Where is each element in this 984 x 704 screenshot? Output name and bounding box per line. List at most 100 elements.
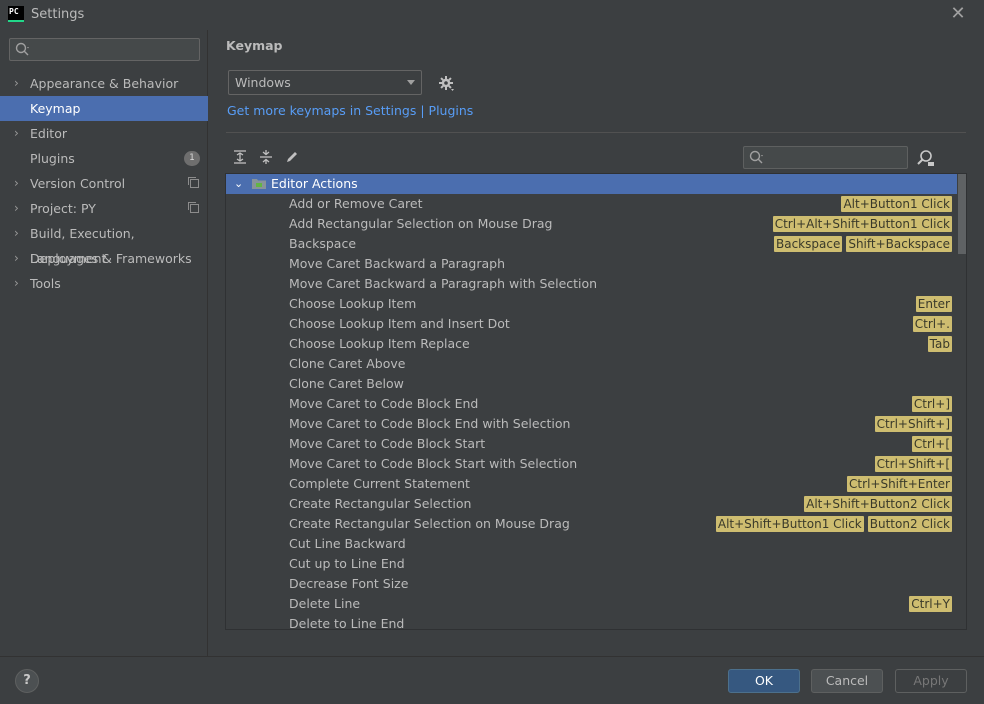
sidebar-item-label: Plugins <box>30 151 75 166</box>
tree-group-editor-actions[interactable]: ⌄ Editor Actions <box>226 174 957 194</box>
chevron-right-icon[interactable]: › <box>14 271 19 296</box>
tree-row[interactable]: Clone Caret Below <box>226 374 966 394</box>
ok-button[interactable]: OK <box>728 669 800 693</box>
tree-row[interactable]: Move Caret Backward a Paragraph with Sel… <box>226 274 966 294</box>
keymap-scheme-dropdown[interactable]: Windows <box>228 70 422 95</box>
sidebar-item-keymap[interactable]: Keymap <box>0 96 208 121</box>
action-label: Move Caret to Code Block End with Select… <box>289 416 571 431</box>
shortcut-badge: Alt+Button1 Click <box>841 196 952 212</box>
tree-row[interactable]: Choose Lookup Item Enter <box>226 294 966 314</box>
shortcut-list: Ctrl+[ <box>911 436 952 452</box>
sidebar-item-appearance-behavior[interactable]: › Appearance & Behavior <box>0 71 208 96</box>
action-label: Move Caret to Code Block Start with Sele… <box>289 456 578 471</box>
chevron-right-icon[interactable]: › <box>14 171 19 196</box>
tree-row[interactable]: Cut up to Line End <box>226 554 966 574</box>
collapse-all-icon[interactable] <box>258 149 274 165</box>
action-label: Move Caret Backward a Paragraph with Sel… <box>289 276 598 291</box>
sidebar-item-version-control[interactable]: › Version Control <box>0 171 208 196</box>
action-label: Choose Lookup Item Replace <box>289 336 470 351</box>
tree-row[interactable]: Clone Caret Above <box>226 354 966 374</box>
chevron-right-icon[interactable]: › <box>14 121 19 146</box>
shortcut-list: Ctrl+Y <box>909 596 952 612</box>
find-by-shortcut-icon[interactable] <box>915 148 935 168</box>
tree-row[interactable]: Create Rectangular Selection Alt+Shift+Bu… <box>226 494 966 514</box>
tree-scrollbar[interactable] <box>958 174 966 254</box>
help-button[interactable]: ? <box>15 669 39 693</box>
tree-row[interactable]: Cut Line Backward <box>226 534 966 554</box>
tree-row[interactable]: Add Rectangular Selection on Mouse Drag C… <box>226 214 966 234</box>
keymap-scheme-value: Windows <box>235 75 291 90</box>
shortcut-list: Alt+Shift+Button1 Click Button2 Click <box>715 516 952 532</box>
tree-row[interactable]: Move Caret to Code Block Start Ctrl+[ <box>226 434 966 454</box>
shortcut-list: Alt+Shift+Button2 Click <box>804 496 952 512</box>
shortcut-badge: Ctrl+Shift+Enter <box>847 476 952 492</box>
chevron-right-icon[interactable]: › <box>14 71 19 96</box>
tree-row[interactable]: Add or Remove Caret Alt+Button1 Click <box>226 194 966 214</box>
tree-row[interactable]: Choose Lookup Item and Insert Dot Ctrl+. <box>226 314 966 334</box>
chevron-right-icon[interactable]: › <box>14 246 19 271</box>
tree-row[interactable]: Complete Current Statement Ctrl+Shift+Ent… <box>226 474 966 494</box>
tree-row[interactable]: Choose Lookup Item Replace Tab <box>226 334 966 354</box>
tree-row[interactable]: Backspace Backspace Shift+Backspace <box>226 234 966 254</box>
sidebar-item-project-py[interactable]: › Project: PY <box>0 196 208 221</box>
settings-search-input-box[interactable] <box>9 38 200 61</box>
chevron-down-icon <box>407 80 415 85</box>
tree-row[interactable]: Delete to Line End <box>226 614 966 630</box>
action-label: Cut Line Backward <box>289 536 406 551</box>
divider <box>226 132 966 133</box>
shortcut-list: Ctrl+Alt+Shift+Button1 Click <box>772 216 952 232</box>
shortcut-list: Backspace Shift+Backspace <box>773 236 952 252</box>
shortcut-list: Alt+Button1 Click <box>841 196 952 212</box>
apply-button[interactable]: Apply <box>895 669 967 693</box>
sidebar-item-languages-frameworks[interactable]: › Languages & Frameworks <box>0 246 208 271</box>
folder-icon <box>252 179 266 189</box>
title-bar: PC Settings ✕ <box>0 0 984 30</box>
count-badge: 1 <box>184 151 200 166</box>
sidebar-item-editor[interactable]: › Editor <box>0 121 208 146</box>
action-label: Add or Remove Caret <box>289 196 423 211</box>
action-label: Decrease Font Size <box>289 576 409 591</box>
tree-row[interactable]: Move Caret to Code Block Start with Sele… <box>226 454 966 474</box>
shortcut-badge: Ctrl+] <box>911 396 952 412</box>
sidebar-item-label: Appearance & Behavior <box>30 76 179 91</box>
tree-row[interactable]: Move Caret Backward a Paragraph <box>226 254 966 274</box>
tree-row[interactable]: Decrease Font Size <box>226 574 966 594</box>
shortcut-list: Tab <box>927 336 952 352</box>
sidebar-item-tools[interactable]: › Tools <box>0 271 208 296</box>
settings-search-input[interactable] <box>34 41 194 58</box>
shortcut-badge: Enter <box>915 296 952 312</box>
action-list: Add or Remove Caret Alt+Button1 Click Add … <box>226 194 966 630</box>
tree-row[interactable]: Move Caret to Code Block End with Select… <box>226 414 966 434</box>
chevron-down-icon[interactable]: ⌄ <box>234 174 243 194</box>
chevron-right-icon[interactable]: › <box>14 221 19 246</box>
tree-row[interactable]: Create Rectangular Selection on Mouse Dr… <box>226 514 966 534</box>
shortcut-list: Ctrl+] <box>911 396 952 412</box>
action-label: Clone Caret Above <box>289 356 406 371</box>
keymap-search-input-box[interactable] <box>743 146 908 169</box>
close-icon[interactable]: ✕ <box>948 5 968 25</box>
dialog-footer: ? OK Cancel Apply <box>0 656 984 704</box>
sidebar-item-label: Keymap <box>30 101 81 116</box>
action-label: Move Caret to Code Block End <box>289 396 479 411</box>
search-icon <box>15 42 29 56</box>
gear-icon[interactable] <box>437 74 455 92</box>
tree-row[interactable]: Move Caret to Code Block End Ctrl+] <box>226 394 966 414</box>
edit-pencil-icon[interactable] <box>284 149 300 165</box>
shortcut-list: Ctrl+Shift+] <box>874 416 952 432</box>
action-label: Backspace <box>289 236 357 251</box>
sidebar-item-build-execution-deployment[interactable]: › Build, Execution, Deployment <box>0 221 208 266</box>
sidebar-item-label: Editor <box>30 126 67 141</box>
sidebar-item-plugins[interactable]: Plugins 1 <box>0 146 208 171</box>
expand-all-icon[interactable] <box>232 149 248 165</box>
action-label: Move Caret to Code Block Start <box>289 436 486 451</box>
shortcut-badge: Ctrl+Alt+Shift+Button1 Click <box>772 216 952 232</box>
tree-row[interactable]: Delete Line Ctrl+Y <box>226 594 966 614</box>
chevron-right-icon[interactable]: › <box>14 196 19 221</box>
sidebar-item-label: Tools <box>30 276 61 291</box>
shortcut-badge: Button2 Click <box>867 516 952 532</box>
shortcut-badge: Ctrl+. <box>912 316 952 332</box>
pycharm-app-icon: PC <box>8 6 24 22</box>
cancel-button[interactable]: Cancel <box>811 669 883 693</box>
action-label: Delete to Line End <box>289 616 405 630</box>
get-more-keymaps-link[interactable]: Get more keymaps in Settings | Plugins <box>227 103 473 118</box>
